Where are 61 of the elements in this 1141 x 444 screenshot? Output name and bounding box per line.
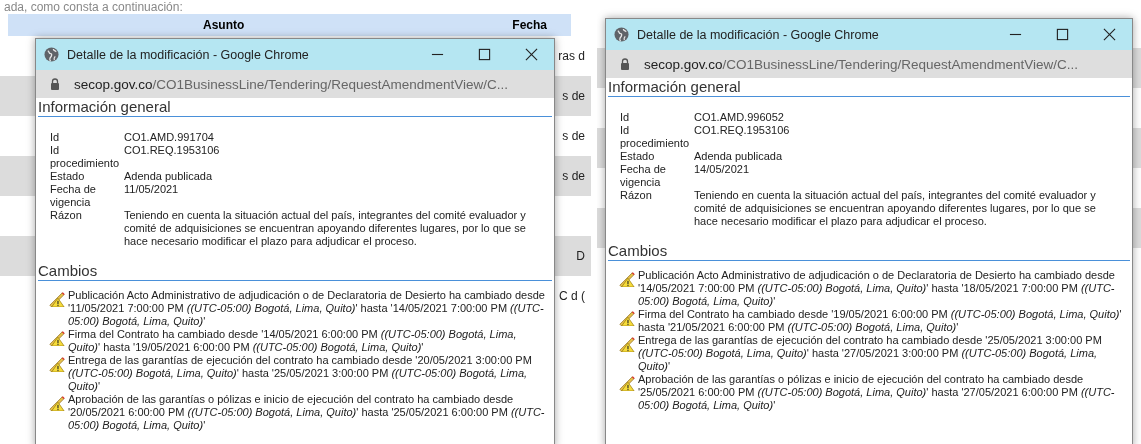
table-cell: ras d — [558, 49, 585, 63]
change-description: Entrega de las garantías de ejecución del contrato ha cambiado desde '20/05/2021 3:00:00 PM ((UTC-05:00) Bogotá, Lima, Quito)' hasta '25/05/2021 3:00:00 PM ((UTC-05:00) Bogotá, Lima, Quito)' — [68, 354, 533, 393]
pencil-warning-icon — [48, 395, 66, 411]
intro-text: ada, como consta a continuación: — [3, 0, 184, 14]
change-description: Aprobación de las garantías o pólizas e inicio de ejecución del contrato ha cambiado desde '25/05/2021 6:00:00 PM ((UTC-05:00) Bogotá, Lima, Quito)' hasta '27/05/2021 6:00:00 PM ((UTC-05:00) Bogotá, Lima, Quito)' — [638, 373, 1116, 412]
change-description: Entrega de las garantías de ejecución del contrato ha cambiado desde '25/05/2021 3:00:00 PM ((UTC-05:00) Bogotá, Lima, Quito)' hasta '27/05/2021 3:00:00 PM ((UTC-05:00) Bogotá, Lima, Quito)' — [638, 334, 1103, 373]
section-heading: Cambios — [608, 242, 1130, 261]
address-bar[interactable]: secop.gov.co/CO1BusinessLine/Tendering/RequestAmendmentView/C... — [606, 50, 1132, 78]
change-description: Firma del Contrato ha cambiado desde '19/05/2021 6:00:00 PM ((UTC-05:00) Bogotá, Lima, Quito)' hasta '21/05/2021 6:00:00 PM ((UTC-05:00) Bogotá, Lima, Quito)' — [638, 308, 1123, 334]
pencil-warning-icon — [48, 330, 66, 346]
section-heading: Información general — [608, 78, 1130, 97]
globe-icon — [614, 27, 629, 42]
field-label: Id — [620, 111, 631, 124]
close-icon[interactable] — [525, 48, 538, 61]
field-value: CO1.AMD.996052 — [694, 111, 785, 124]
globe-icon — [44, 47, 59, 62]
window-title: Detalle de la modificación - Google Chrome — [67, 47, 309, 62]
pencil-warning-icon — [48, 291, 66, 307]
field-label: Estado — [50, 170, 86, 183]
field-value: Adenda publicada — [694, 150, 784, 163]
lock-icon — [50, 78, 60, 90]
field-value: Adenda publicada — [124, 170, 214, 183]
field-value: 14/05/2021 — [694, 163, 751, 177]
maximize-icon[interactable] — [478, 48, 491, 61]
field-value: Teniendo en cuenta la situación actual del país, integrantes del comité evaluador y comité de adquisiciones se encuentran apoyando diferentes lugares, por lo que se hace necesario modificar el plazo para adjudicar el proceso. — [124, 209, 527, 248]
lock-icon — [620, 58, 630, 70]
url-text[interactable]: secop.gov.co/CO1BusinessLine/Tendering/RequestAmendmentView/C... — [74, 76, 508, 92]
field-label: Rázon — [50, 209, 83, 223]
address-bar[interactable]: secop.gov.co/CO1BusinessLine/Tendering/RequestAmendmentView/C... — [36, 70, 554, 98]
field-value: 11/05/2021 — [124, 183, 180, 197]
table-cell: s de — [562, 129, 585, 143]
section-heading: Información general — [38, 98, 552, 117]
table-cell: s de — [562, 89, 585, 103]
field-label: Rázon — [620, 189, 653, 203]
field-label: Fecha de vigencia — [620, 163, 667, 189]
pencil-warning-icon — [618, 375, 636, 391]
change-description: Aprobación de las garantías o pólizas e inicio de ejecución del contrato ha cambiado desde '20/05/2021 6:00:00 PM ((UTC-05:00) Bogotá, Lima, Quito)' hasta '25/05/2021 6:00:00 PM ((UTC-05:00) Bogotá, Lima, Quito)' — [68, 393, 546, 432]
maximize-icon[interactable] — [1056, 28, 1069, 41]
table-cell: D — [576, 249, 585, 263]
column-header: Fecha — [512, 18, 547, 32]
pencil-warning-icon — [48, 356, 66, 372]
field-value: CO1.REQ.1953106 — [124, 144, 221, 158]
column-header: Asunto — [203, 18, 245, 32]
pencil-warning-icon — [618, 271, 636, 287]
section-heading: Cambios — [38, 262, 552, 281]
pencil-warning-icon — [618, 310, 636, 326]
url-text[interactable]: secop.gov.co/CO1BusinessLine/Tendering/RequestAmendmentView/C... — [644, 56, 1078, 72]
table-cell: s de — [562, 169, 585, 183]
field-value: CO1.REQ.1953106 — [694, 124, 791, 138]
window-title: Detalle de la modificación - Google Chrome — [637, 27, 879, 42]
field-value: CO1.AMD.991704 — [124, 131, 215, 144]
field-label: Id — [50, 131, 61, 144]
change-description: Publicación Acto Administrativo de adjudicación o de Declaratoria de Desierto ha cambiado desde '11/05/2021 7:00:00 PM ((UTC-05:00) Bogotá, Lima, Quito)' hasta '14/05/2021 7:00:00 PM ((UTC-05:00) Bogotá, Lima, Quito)' — [68, 289, 546, 328]
change-description: Publicación Acto Administrativo de adjudicación o de Declaratoria de Desierto ha cambiado desde '14/05/2021 7:00:00 PM ((UTC-05:00) Bogotá, Lima, Quito)' hasta '18/05/2021 7:00:00 PM ((UTC-05:00) Bogotá, Lima, Quito)' — [638, 269, 1116, 308]
change-description: Firma del Contrato ha cambiado desde '14/05/2021 6:00:00 PM ((UTC-05:00) Bogotá, Lima, Quito)' hasta '19/05/2021 6:00:00 PM ((UTC-05:00) Bogotá, Lima, Quito)' — [68, 328, 518, 354]
field-label: Estado — [620, 150, 656, 163]
field-label: Fecha de vigencia — [50, 183, 97, 209]
field-value: Teniendo en cuenta la situación actual del país, integrantes del comité evaluador y comité de adquisiciones se encuentran apoyando diferentes lugares, por lo que se hace necesario modificar el plazo para adjudicar el proceso. — [694, 189, 1097, 228]
table-cell: C d ( — [559, 289, 585, 303]
close-icon[interactable] — [1103, 28, 1116, 41]
pencil-warning-icon — [618, 336, 636, 352]
